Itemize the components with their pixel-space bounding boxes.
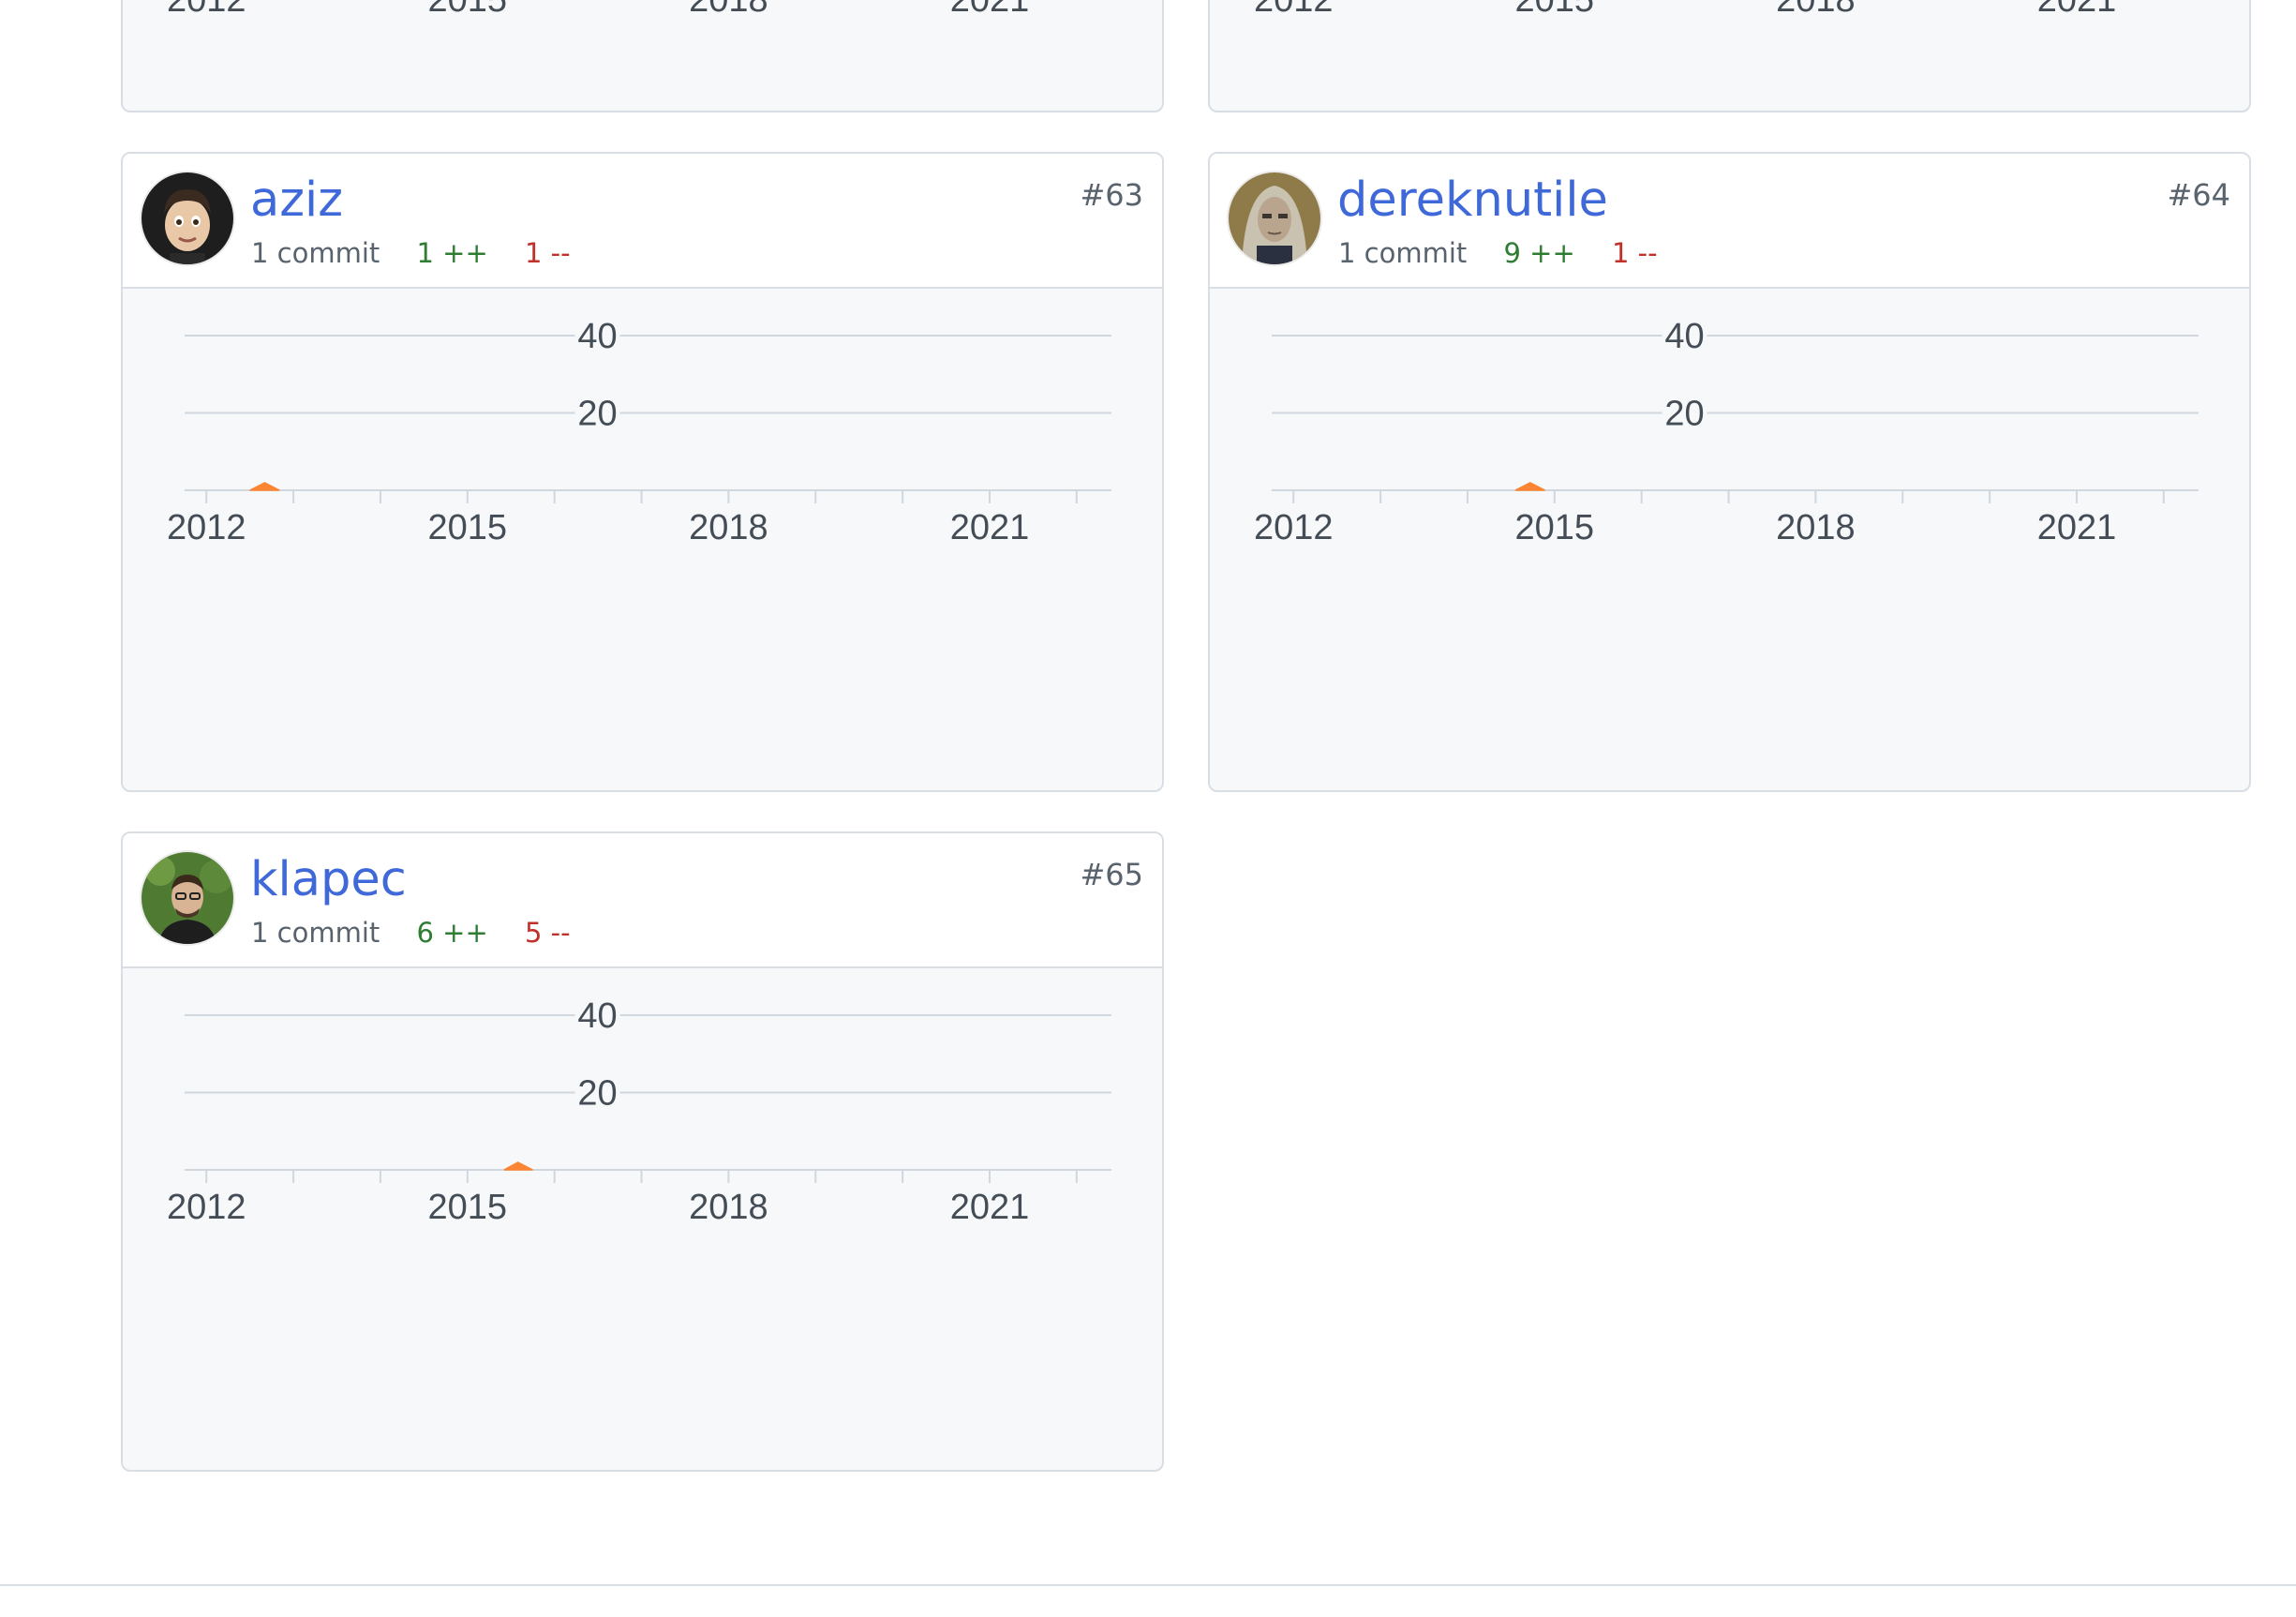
x-tick-label: 2018	[689, 0, 768, 20]
contributor-card-partial: 2012 2015 2018 2021	[121, 0, 1164, 112]
contributor-chart-partial: 2012 2015 2018 2021	[167, 0, 1030, 20]
contributor-stats: 1 commit 6 ++ 5 --	[251, 916, 571, 950]
y-tick-label: 40	[577, 317, 617, 356]
y-tick-label: 40	[1664, 317, 1704, 356]
y-tick-label: 20	[1664, 395, 1704, 434]
footer-divider	[0, 1584, 2296, 1586]
contributor-card: klapec 1 commit 6 ++ 5 -- #65 40 20 2012 20…	[121, 831, 1164, 1472]
x-tick-label: 2015	[1515, 508, 1595, 547]
x-tick-label: 2021	[2037, 508, 2117, 547]
x-tick-label: 2012	[1254, 0, 1334, 20]
avatar[interactable]	[1229, 172, 1320, 264]
photo-avatar-icon	[142, 852, 233, 944]
contributors-page: 2012 2015 2018 2021 2012 2015 2018 2021 aziz	[0, 0, 2296, 1617]
x-tick-label: 2012	[1254, 508, 1334, 547]
avatar[interactable]	[142, 172, 233, 264]
deletions-count: 5 --	[525, 917, 571, 949]
y-tick-label: 20	[577, 1074, 617, 1114]
contributor-header: dereknutile 1 commit 9 ++ 1 -- #64	[1210, 154, 2249, 289]
commit-count-link[interactable]: 1 commit	[251, 917, 380, 949]
contributor-activity-chart: 40 20 2012 2015 2018 2021	[1254, 315, 2199, 547]
y-tick-label: 40	[577, 996, 617, 1036]
x-tick-label: 2015	[428, 508, 508, 547]
commit-count-link[interactable]: 1 commit	[251, 237, 380, 269]
x-tick-label: 2015	[428, 0, 508, 20]
contributor-card: aziz 1 commit 1 ++ 1 -- #63 40 20 2012 2015…	[121, 152, 1164, 792]
contributor-username-link[interactable]: dereknutile	[1337, 172, 1608, 229]
x-tick-label: 2015	[428, 1188, 508, 1227]
contributor-rank: #64	[2167, 177, 2230, 213]
x-tick-label: 2021	[2037, 0, 2117, 20]
x-tick-label: 2021	[950, 508, 1030, 547]
avatar[interactable]	[142, 852, 233, 944]
contributor-activity-chart: 40 20 2012 2015 2018 2021	[167, 995, 1111, 1227]
contributor-username-link[interactable]: aziz	[250, 172, 343, 229]
commit-count-link[interactable]: 1 commit	[1338, 237, 1467, 269]
commit-area-mark	[1514, 482, 1545, 491]
x-tick-label: 2021	[950, 1188, 1030, 1227]
deletions-count: 1 --	[1612, 237, 1658, 269]
x-tick-label: 2012	[167, 1188, 246, 1227]
x-tick-label: 2015	[1515, 0, 1595, 20]
additions-count: 9 ++	[1503, 237, 1575, 269]
x-tick-label: 2018	[689, 508, 768, 547]
x-tick-label: 2012	[167, 508, 246, 547]
commit-area-mark	[249, 482, 280, 491]
x-tick-label: 2021	[950, 0, 1030, 20]
contributor-rank: #63	[1080, 177, 1143, 213]
additions-count: 1 ++	[416, 237, 488, 269]
contributor-rank: #65	[1080, 857, 1143, 892]
photo-avatar-icon	[1229, 172, 1320, 264]
y-tick-label: 20	[577, 395, 617, 434]
contributor-username-link[interactable]: klapec	[250, 852, 407, 908]
x-tick-label: 2018	[1776, 508, 1856, 547]
contributor-stats: 1 commit 1 ++ 1 --	[251, 236, 571, 270]
contributor-header: klapec 1 commit 6 ++ 5 -- #65	[123, 833, 1162, 968]
additions-count: 6 ++	[416, 917, 488, 949]
contributor-stats: 1 commit 9 ++ 1 --	[1338, 236, 1658, 270]
contributor-card: dereknutile 1 commit 9 ++ 1 -- #64 40 20 2…	[1208, 152, 2251, 792]
deletions-count: 1 --	[525, 237, 571, 269]
commit-area-mark	[503, 1161, 533, 1171]
contributor-header: aziz 1 commit 1 ++ 1 -- #63	[123, 154, 1162, 289]
x-tick-label: 2018	[689, 1188, 768, 1227]
x-tick-label: 2018	[1776, 0, 1856, 20]
contributor-chart-partial: 2012 2015 2018 2021	[1254, 0, 2117, 20]
x-tick-label: 2012	[167, 0, 246, 20]
contributor-activity-chart: 40 20 2012 2015 2018 2021	[167, 315, 1111, 547]
memoji-avatar-icon	[142, 172, 233, 264]
contributor-card-partial: 2012 2015 2018 2021	[1208, 0, 2251, 112]
